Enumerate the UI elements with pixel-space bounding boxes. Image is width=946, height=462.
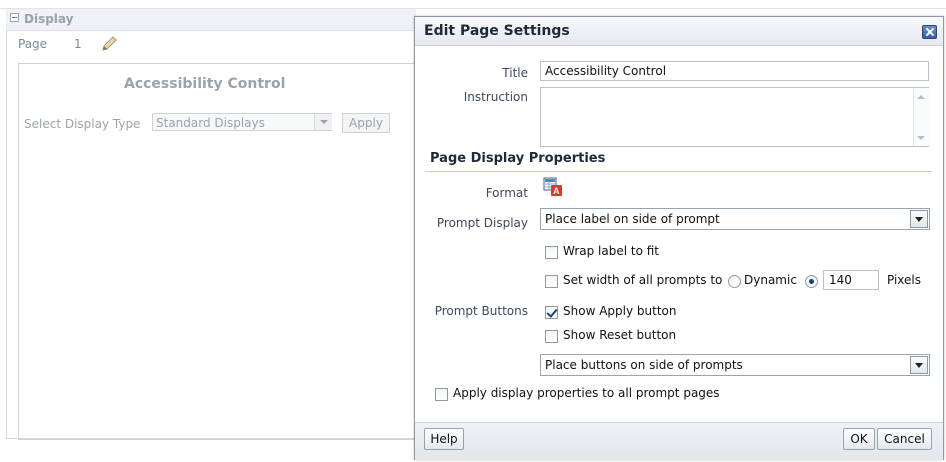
page-label: Page: [18, 37, 48, 51]
instruction-textarea[interactable]: [540, 87, 929, 147]
page-display-properties-heading: Page Display Properties: [430, 151, 606, 166]
preview-apply-button[interactable]: Apply: [342, 113, 390, 133]
show-reset-checkbox[interactable]: [545, 330, 558, 343]
ok-button[interactable]: OK: [843, 428, 875, 450]
close-icon[interactable]: [922, 25, 937, 39]
display-section-title: Display: [24, 12, 74, 26]
title-input-value: Accessibility Control: [545, 64, 667, 78]
prompt-width-value: 140: [829, 273, 852, 287]
show-apply-checkbox[interactable]: [545, 306, 558, 319]
display-section-header[interactable]: Display: [6, 9, 416, 31]
dynamic-radio-label: Dynamic: [744, 273, 797, 287]
page-number: 1: [74, 37, 82, 51]
title-label: Title: [502, 66, 528, 80]
scroll-down-icon[interactable]: [917, 136, 925, 140]
set-width-checkbox[interactable]: [545, 275, 558, 288]
show-apply-text: Show Apply button: [563, 304, 677, 318]
apply-all-pages-text: Apply display properties to all prompt p…: [453, 386, 720, 400]
wrap-label-text: Wrap label to fit: [563, 244, 660, 258]
help-button[interactable]: Help: [424, 428, 464, 450]
select-display-type-label: Select Display Type: [24, 117, 141, 131]
prompt-page-title: Accessibility Control: [124, 76, 286, 92]
dynamic-radio[interactable]: [728, 275, 741, 288]
wrap-label-checkbox[interactable]: [545, 246, 558, 259]
scroll-up-icon[interactable]: [917, 95, 925, 99]
top-strip: [0, 0, 946, 9]
display-type-value: Standard Displays: [156, 116, 265, 130]
section-frame-left: [6, 30, 7, 439]
format-label: Format: [485, 186, 528, 200]
instruction-label: Instruction: [463, 90, 528, 104]
prompt-display-label: Prompt Display: [436, 216, 528, 230]
set-width-text: Set width of all prompts to: [563, 273, 723, 287]
prompt-buttons-label: Prompt Buttons: [434, 304, 528, 318]
buttons-position-value: Place buttons on side of prompts: [545, 358, 743, 372]
edit-pencil-icon[interactable]: [100, 35, 118, 53]
prompt-display-value: Place label on side of prompt: [545, 212, 720, 226]
chevron-down-icon[interactable]: [910, 356, 928, 374]
svg-text:A: A: [553, 186, 560, 196]
chevron-down-icon[interactable]: [910, 210, 928, 228]
apply-all-pages-checkbox[interactable]: [435, 388, 448, 401]
chevron-down-icon[interactable]: [314, 114, 332, 130]
pixels-unit-label: Pixels: [887, 273, 922, 287]
format-style-icon[interactable]: A: [542, 176, 564, 198]
section-divider: [425, 171, 932, 172]
dialog-title: Edit Page Settings: [424, 23, 570, 39]
cancel-button[interactable]: Cancel: [877, 428, 932, 450]
fixed-width-radio[interactable]: [805, 275, 818, 288]
show-reset-text: Show Reset button: [563, 328, 677, 342]
collapse-icon[interactable]: [10, 13, 19, 22]
